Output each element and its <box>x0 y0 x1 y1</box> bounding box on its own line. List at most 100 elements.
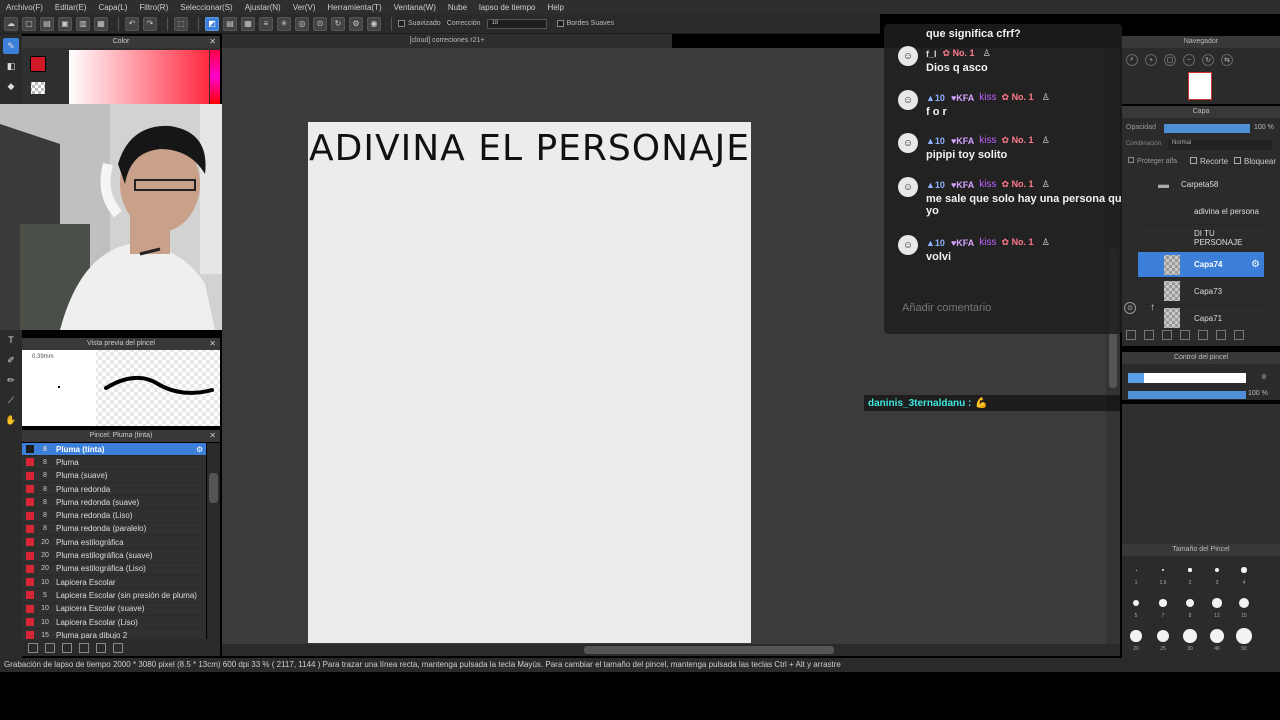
redo-icon[interactable]: ↷ <box>143 16 157 31</box>
menu-item[interactable]: Herramienta(T) <box>327 3 381 12</box>
copy-layer-icon[interactable] <box>1180 330 1190 340</box>
lock-checkbox[interactable] <box>1234 157 1241 164</box>
ruler-snap-icon[interactable]: ◩ <box>205 16 219 31</box>
menu-item[interactable]: Editar(E) <box>55 3 87 12</box>
navigator-thumbnail[interactable] <box>1188 72 1212 100</box>
lock-option[interactable]: Bloquear <box>1234 157 1276 166</box>
menu-item[interactable]: Nube <box>448 3 467 12</box>
new-layer-icon[interactable] <box>1126 330 1136 340</box>
brush-opacity-slider[interactable] <box>1128 391 1246 399</box>
brush-size-option[interactable]: 40 <box>1205 628 1229 652</box>
brush-size-option[interactable]: 15 <box>1232 595 1256 619</box>
brush-list-item[interactable]: 8 Pluma redonda (Liso) <box>22 509 206 523</box>
brush-duplicate-icon[interactable] <box>96 642 106 653</box>
correction-field[interactable]: 18 <box>486 18 547 29</box>
menu-item[interactable]: Help <box>548 3 564 12</box>
hand-tool-icon[interactable]: ✋ <box>3 412 19 428</box>
brush-size-option[interactable]: 12 <box>1205 595 1229 619</box>
brush-size-option[interactable]: 4 <box>1232 562 1256 586</box>
new-vector-layer-icon[interactable] <box>1144 330 1154 340</box>
brush-list-item[interactable]: 15 Pluma para dibujo 2 <box>22 629 206 639</box>
eraser-tool-icon[interactable]: ◧ <box>3 58 19 74</box>
brush-tool-icon[interactable]: ✐ <box>3 352 19 368</box>
menu-item[interactable]: Capa(L) <box>98 3 127 12</box>
brush-delete-icon[interactable] <box>113 642 123 653</box>
brush-folder-icon[interactable] <box>79 642 89 653</box>
menu-item[interactable]: Seleccionar(S) <box>180 3 232 12</box>
brush-list-item[interactable]: 20 Pluma estilográfica <box>22 536 206 550</box>
layer-mask-icon[interactable]: ⊙ <box>1124 302 1136 314</box>
target-icon[interactable]: ◉ <box>367 16 381 31</box>
perspective-snap-icon[interactable]: ▤ <box>223 16 237 31</box>
zoom-icon[interactable]: ⌕ <box>1126 54 1138 66</box>
color-hue-strip[interactable] <box>210 50 220 104</box>
selection-icon[interactable]: ⬚ <box>174 16 188 31</box>
brush-list-item[interactable]: 20 Pluma estilográfica (Liso) <box>22 563 206 576</box>
brush-list-item[interactable]: 10 Lapicera Escolar <box>22 576 206 590</box>
brush-list-item[interactable]: 8 Pluma (suave) <box>22 470 206 483</box>
brush-list-item[interactable]: 8 Pluma (tinta) ⚙ <box>22 443 206 457</box>
layer-row[interactable]: adivina el persona <box>1138 199 1264 225</box>
scroll-thumb[interactable] <box>209 473 218 503</box>
brush-size-option[interactable]: 1.5 <box>1151 562 1175 586</box>
layer-row[interactable]: ▬ Carpeta58 <box>1138 172 1264 198</box>
brush-size-option[interactable]: 30 <box>1178 628 1202 652</box>
fit-icon[interactable]: ▢ <box>1164 54 1176 66</box>
settings-icon[interactable]: ⚙ <box>349 16 363 31</box>
menu-item[interactable]: Archivo(F) <box>6 3 43 12</box>
export-icon[interactable]: ▥ <box>76 16 90 31</box>
pen-tool-icon[interactable]: ✎ <box>3 38 19 54</box>
brush-size-option[interactable]: 7 <box>1151 595 1175 619</box>
layer-row[interactable]: Capa71 <box>1138 306 1264 332</box>
soft-edges-option[interactable]: Bordes Suaves <box>556 20 614 27</box>
new-file-icon[interactable]: ▢ <box>22 16 36 31</box>
brush-list-item[interactable]: 8 Pluma redonda <box>22 483 206 497</box>
chat-comment-input[interactable]: Añadir comentario <box>902 302 991 314</box>
menu-item[interactable]: Ventana(W) <box>394 3 436 12</box>
concentric-snap-icon[interactable]: ⊙ <box>313 16 327 31</box>
grid-snap-icon[interactable]: ▦ <box>241 16 255 31</box>
brush-size-option[interactable]: 2 <box>1178 562 1202 586</box>
new-folder-icon[interactable] <box>1162 330 1172 340</box>
layer-row[interactable]: Capa74 ⚙ <box>1138 252 1264 279</box>
fill-tool-icon[interactable]: ◆ <box>3 78 19 94</box>
brush-size-option[interactable]: 20 <box>1124 628 1148 652</box>
line-tool-icon[interactable]: ⟋ <box>3 392 19 408</box>
document-tab[interactable]: [cloud] correciones r21+ <box>222 34 672 48</box>
close-icon[interactable]: ✕ <box>209 36 216 48</box>
brush-new-icon[interactable] <box>45 642 55 653</box>
main-color-swatch[interactable] <box>30 56 46 72</box>
horizontal-scrollbar[interactable] <box>222 644 1120 656</box>
save-icon[interactable]: ▣ <box>58 16 72 31</box>
gear-icon[interactable]: ⚙ <box>1251 259 1260 270</box>
blend-mode-select[interactable]: Normal <box>1168 140 1272 150</box>
parallel-snap-icon[interactable]: ≡ <box>259 16 273 31</box>
scroll-thumb[interactable] <box>584 646 834 654</box>
cloud-icon[interactable]: ☁ <box>4 16 18 31</box>
zoom-in-icon[interactable]: + <box>1145 54 1157 66</box>
grid-icon[interactable]: ▦ <box>94 16 108 31</box>
brush-list-item[interactable]: 8 Pluma redonda (paralelo) <box>22 523 206 537</box>
transparent-color-swatch[interactable] <box>31 82 45 94</box>
circle-snap-icon[interactable]: ◎ <box>295 16 309 31</box>
layer-row[interactable]: Capa73 <box>1138 279 1264 305</box>
undo-icon[interactable]: ↶ <box>125 16 139 31</box>
menu-item[interactable]: Ver(V) <box>293 3 316 12</box>
smoothing-checkbox[interactable] <box>398 20 405 27</box>
canvas-paper[interactable]: ADIVINA EL PERSONAJE <box>308 122 751 643</box>
delete-layer-icon[interactable] <box>1234 330 1244 340</box>
clip-checkbox[interactable] <box>1190 157 1197 164</box>
protect-alpha-checkbox[interactable] <box>1128 157 1134 163</box>
brush-size-option[interactable]: 3 <box>1205 562 1229 586</box>
brush-list-item[interactable]: 20 Pluma estilográfica (suave) <box>22 549 206 563</box>
brush-size-option[interactable]: 5 <box>1124 595 1148 619</box>
open-file-icon[interactable]: ▤ <box>40 16 54 31</box>
brush-list-item[interactable]: 8 Pluma redonda (suave) <box>22 496 206 510</box>
soft-edges-checkbox[interactable] <box>556 20 564 27</box>
close-icon[interactable]: ✕ <box>209 338 216 350</box>
menu-item[interactable]: lapso de tiempo <box>479 3 535 12</box>
brush-size-option[interactable]: 50 <box>1232 628 1256 652</box>
brush-list-item[interactable]: 5 Lapicera Escolar (sin presión de pluma) <box>22 589 206 603</box>
brush-size-option[interactable]: 1 <box>1124 562 1148 586</box>
rotate-icon[interactable]: ↻ <box>331 16 345 31</box>
